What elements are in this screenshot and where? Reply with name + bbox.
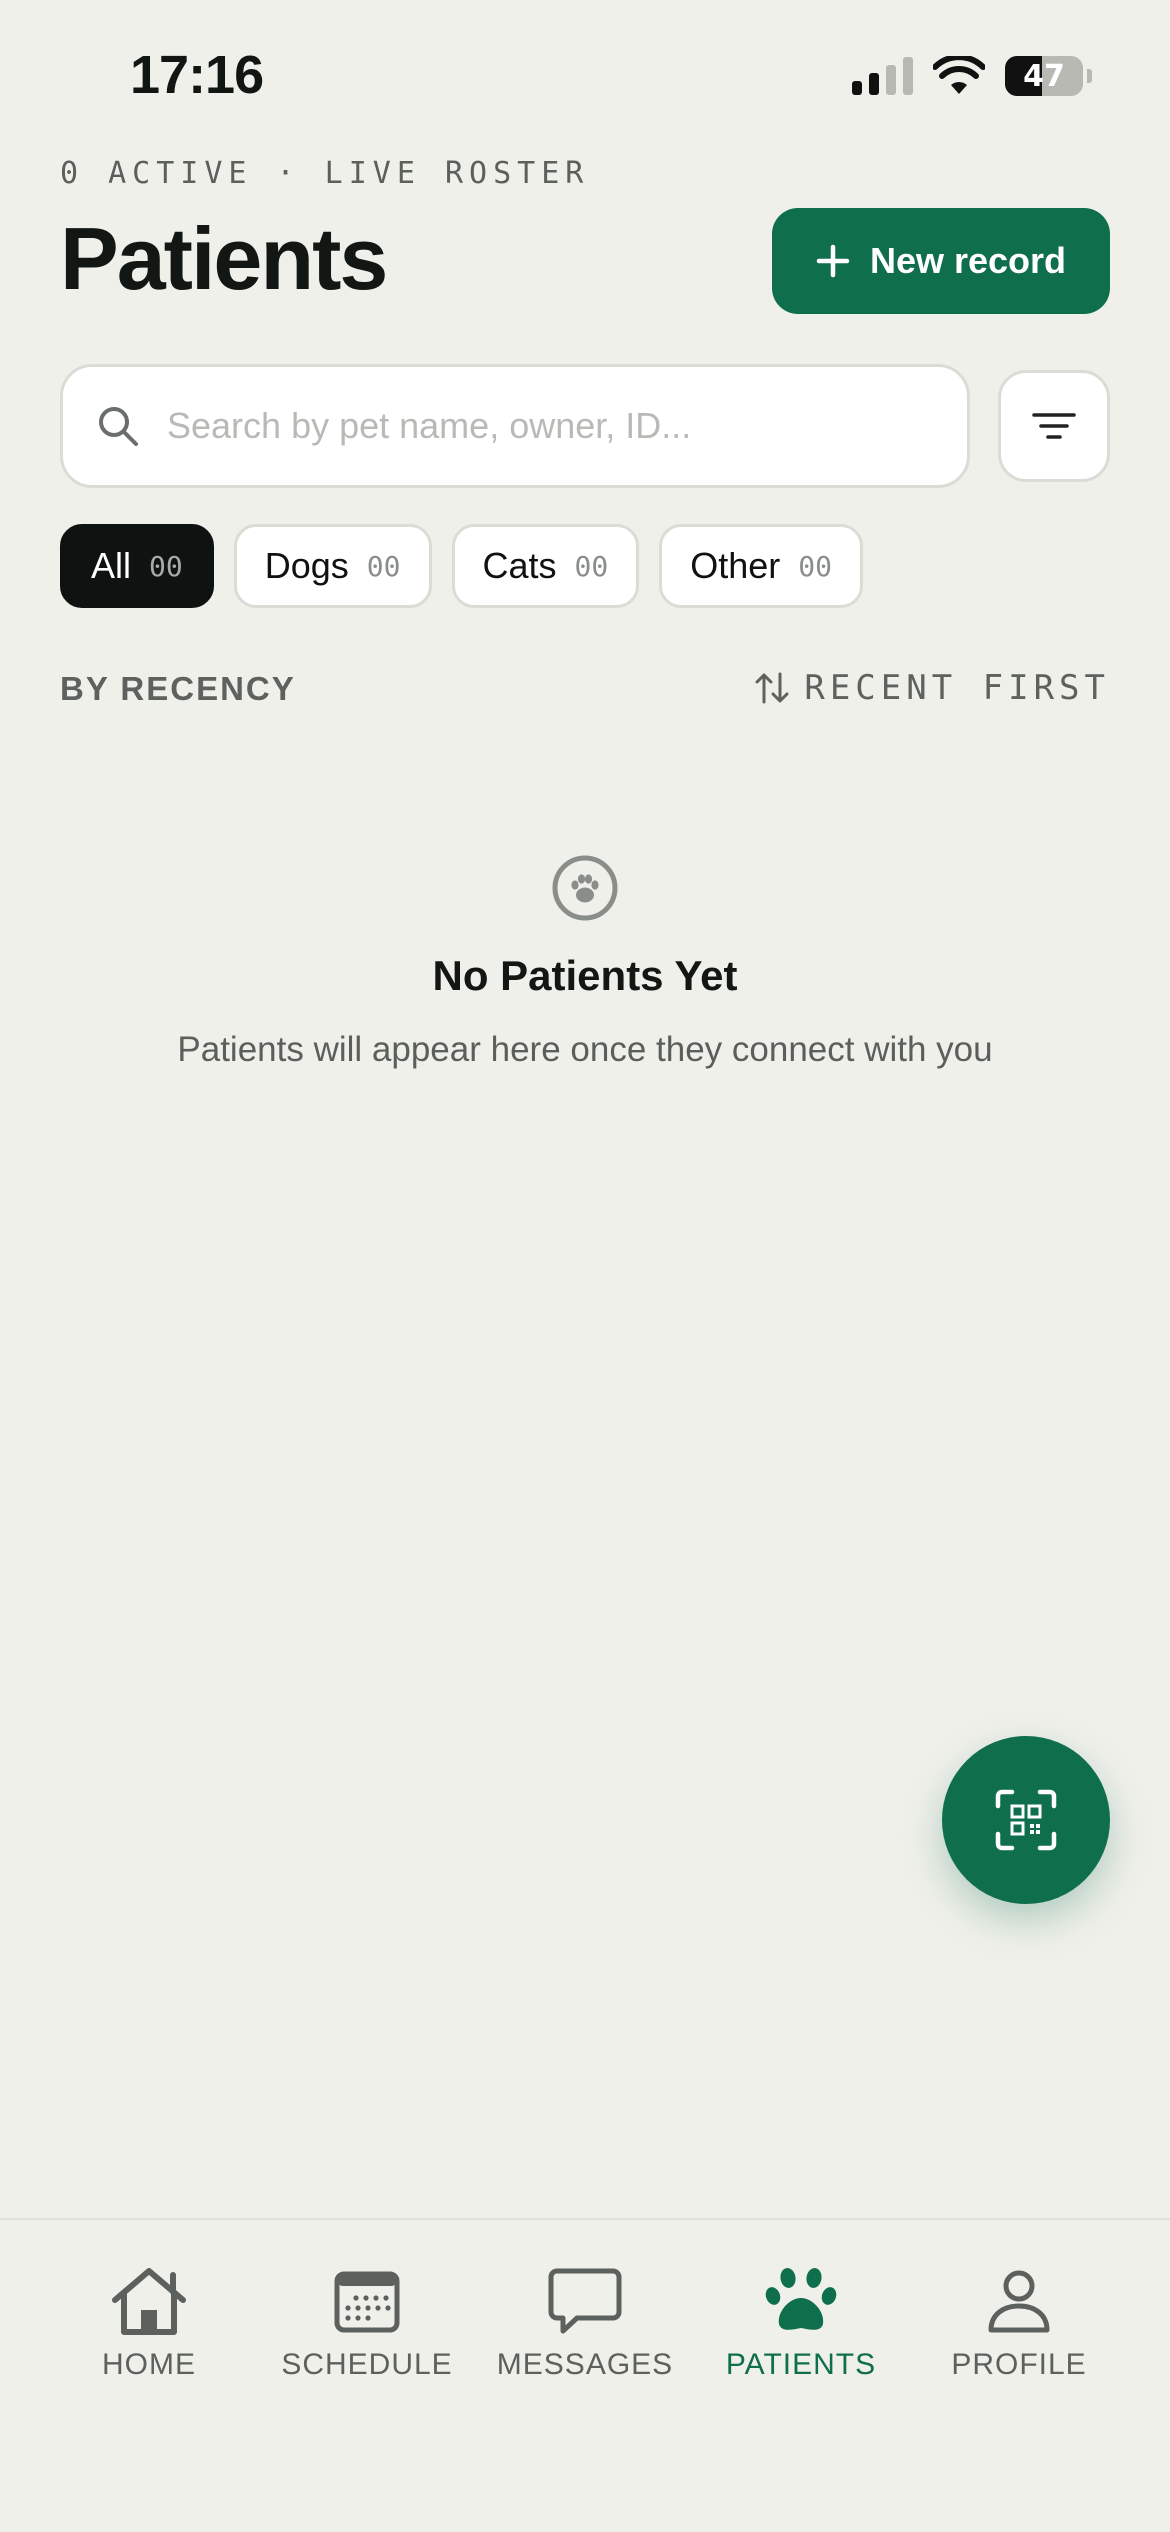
- sort-order-toggle[interactable]: RECENT FIRST: [754, 668, 1110, 708]
- species-filter-chips: All 00 Dogs 00 Cats 00 Other 00: [60, 524, 864, 608]
- cellular-signal-icon: [852, 57, 913, 95]
- chip-dogs[interactable]: Dogs 00: [233, 524, 432, 608]
- filter-button[interactable]: [998, 370, 1110, 482]
- chip-count: 00: [149, 549, 183, 583]
- tab-label: SCHEDULE: [281, 2348, 453, 2381]
- chip-all[interactable]: All 00: [60, 524, 214, 608]
- page-title: Patients: [60, 209, 388, 308]
- chip-other[interactable]: Other 00: [659, 524, 864, 608]
- status-icons: 47: [852, 56, 1092, 96]
- battery-icon: 47: [1005, 56, 1092, 96]
- empty-state-title: No Patients Yet: [432, 952, 738, 999]
- chip-count: 00: [574, 549, 609, 583]
- search-box[interactable]: [60, 364, 970, 488]
- roster-summary: 0 ACTIVE · LIVE ROSTER: [60, 156, 590, 191]
- person-icon: [988, 2270, 1050, 2333]
- chip-count: 00: [798, 549, 833, 583]
- tab-label: PROFILE: [951, 2348, 1087, 2381]
- home-icon: [112, 2268, 186, 2335]
- tab-patients[interactable]: PATIENTS: [691, 2266, 911, 2382]
- battery-level: 47: [1023, 58, 1065, 94]
- filter-lines-icon: [1032, 413, 1076, 439]
- status-time: 17:16: [130, 45, 264, 105]
- tab-home[interactable]: HOME: [39, 2266, 259, 2382]
- scan-qr-button[interactable]: [942, 1736, 1110, 1904]
- qr-scan-icon: [995, 1789, 1057, 1851]
- wifi-icon: [933, 56, 985, 94]
- chip-label: Dogs: [264, 545, 349, 586]
- tab-messages[interactable]: MESSAGES: [475, 2266, 695, 2382]
- search-input[interactable]: [167, 405, 927, 447]
- paw-icon: [765, 2268, 837, 2330]
- chat-bubble-icon: [548, 2268, 622, 2334]
- calendar-icon: [334, 2271, 400, 2333]
- chip-label: Other: [690, 545, 781, 586]
- plus-icon: [816, 244, 850, 278]
- chip-cats[interactable]: Cats 00: [451, 524, 640, 608]
- chip-label: Cats: [482, 545, 557, 586]
- tab-label: MESSAGES: [496, 2348, 674, 2381]
- sort-arrows-icon: [755, 672, 789, 704]
- tab-label: HOME: [102, 2348, 196, 2381]
- chip-label: All: [91, 545, 132, 586]
- search-icon: [99, 407, 138, 446]
- tab-label: PATIENTS: [725, 2348, 877, 2381]
- empty-state-subtitle: Patients will appear here once they conn…: [177, 1030, 993, 1069]
- sort-order-label: RECENT FIRST: [804, 668, 1110, 708]
- new-record-button[interactable]: New record: [772, 208, 1110, 314]
- new-record-label: New record: [869, 240, 1067, 281]
- chip-count: 00: [366, 549, 401, 583]
- paw-circle-icon: [552, 855, 618, 921]
- sort-group-label: BY RECENCY: [60, 670, 296, 707]
- tab-profile[interactable]: PROFILE: [909, 2266, 1129, 2382]
- tab-schedule[interactable]: SCHEDULE: [257, 2266, 477, 2382]
